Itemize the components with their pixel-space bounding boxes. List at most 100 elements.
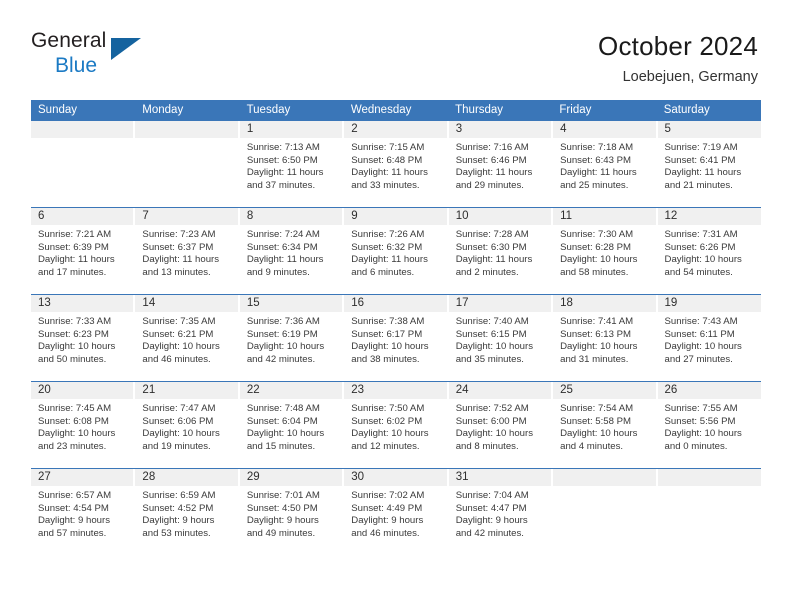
calendar-day-cell[interactable]: 24 Sunrise: 7:52 AM Sunset: 6:00 PM Dayligh… xyxy=(448,382,554,468)
day-number-band xyxy=(31,121,135,138)
day-details: Sunrise: 7:21 AM Sunset: 6:39 PM Daylight:… xyxy=(31,225,134,279)
day-number-band: 22 xyxy=(239,382,344,399)
day-details: Sunrise: 7:24 AM Sunset: 6:34 PM Daylight:… xyxy=(240,225,343,279)
day-number-band: 2 xyxy=(344,121,448,138)
day-number-band: 21 xyxy=(135,382,239,399)
day-detail-line: Sunrise: 7:54 AM xyxy=(560,403,634,414)
calendar-day-cell[interactable]: 5 Sunrise: 7:19 AM Sunset: 6:41 PM Daylight… xyxy=(657,121,761,207)
calendar-day-cell[interactable]: 6 Sunrise: 7:21 AM Sunset: 6:39 PM Daylight… xyxy=(31,208,136,294)
day-number-band: 1 xyxy=(239,121,344,138)
day-detail-line: Daylight: 11 hours xyxy=(455,167,533,179)
day-details: Sunrise: 7:47 AM Sunset: 6:06 PM Daylight:… xyxy=(135,399,238,453)
calendar-day-cell[interactable]: 17 Sunrise: 7:40 AM Sunset: 6:15 PM Dayligh… xyxy=(448,295,554,381)
calendar-day-cell[interactable]: 28 Sunrise: 6:59 AM Sunset: 4:52 PM Dayligh… xyxy=(135,469,240,555)
day-detail-line: Daylight: 9 hours xyxy=(38,515,110,527)
day-detail-line: Sunset: 4:50 PM xyxy=(246,502,318,514)
day-detail-line: Sunrise: 7:45 AM xyxy=(38,403,112,414)
day-detail-line: Sunset: 6:13 PM xyxy=(560,328,632,340)
calendar-day-cell[interactable]: 25 Sunrise: 7:54 AM Sunset: 5:58 PM Dayligh… xyxy=(553,382,658,468)
day-detail-line: and 23 minutes. xyxy=(38,440,107,452)
day-number: 28 xyxy=(142,471,156,483)
weekday-header-saturday: Saturday xyxy=(663,104,710,116)
day-detail-line: Sunset: 6:32 PM xyxy=(351,241,423,253)
calendar-cell-empty xyxy=(657,469,761,555)
calendar-day-cell[interactable]: 8 Sunrise: 7:24 AM Sunset: 6:34 PM Daylight… xyxy=(239,208,345,294)
calendar-day-cell[interactable]: 12 Sunrise: 7:31 AM Sunset: 6:26 PM Dayligh… xyxy=(657,208,761,294)
day-detail-line: Daylight: 10 hours xyxy=(351,341,429,353)
calendar-day-cell[interactable]: 7 Sunrise: 7:23 AM Sunset: 6:37 PM Daylight… xyxy=(135,208,240,294)
day-details: Sunrise: 7:54 AM Sunset: 5:58 PM Daylight:… xyxy=(553,399,656,453)
day-number-band: 20 xyxy=(31,382,135,399)
day-detail-line: and 29 minutes. xyxy=(455,179,524,191)
day-detail-line: Sunset: 6:00 PM xyxy=(455,415,527,427)
calendar-day-cell[interactable]: 18 Sunrise: 7:41 AM Sunset: 6:13 PM Dayligh… xyxy=(553,295,658,381)
calendar-day-cell[interactable]: 21 Sunrise: 7:47 AM Sunset: 6:06 PM Dayligh… xyxy=(135,382,240,468)
day-detail-line: Sunset: 6:34 PM xyxy=(246,241,318,253)
calendar-day-cell[interactable]: 16 Sunrise: 7:38 AM Sunset: 6:17 PM Dayligh… xyxy=(344,295,449,381)
day-number: 5 xyxy=(664,123,671,135)
day-detail-line: and 31 minutes. xyxy=(560,353,629,365)
day-number-band xyxy=(553,469,657,486)
calendar-day-cell[interactable]: 23 Sunrise: 7:50 AM Sunset: 6:02 PM Dayligh… xyxy=(344,382,449,468)
day-detail-line: Sunset: 6:41 PM xyxy=(664,154,736,166)
day-detail-line: and 9 minutes. xyxy=(246,266,310,278)
calendar-cell-empty xyxy=(135,121,240,207)
day-detail-line: Sunrise: 7:30 AM xyxy=(560,229,634,240)
day-detail-line: Sunrise: 7:04 AM xyxy=(455,490,529,501)
day-detail-line: and 49 minutes. xyxy=(246,527,316,539)
day-detail-line: Sunrise: 7:21 AM xyxy=(38,229,112,240)
day-detail-line: and 35 minutes. xyxy=(455,353,524,365)
calendar-day-cell[interactable]: 26 Sunrise: 7:55 AM Sunset: 5:56 PM Dayligh… xyxy=(657,382,761,468)
calendar-day-cell[interactable]: 15 Sunrise: 7:36 AM Sunset: 6:19 PM Dayligh… xyxy=(239,295,345,381)
day-number: 4 xyxy=(560,123,567,135)
day-detail-line: Sunrise: 7:43 AM xyxy=(664,316,738,327)
calendar-day-cell[interactable]: 31 Sunrise: 7:04 AM Sunset: 4:47 PM Dayligh… xyxy=(448,469,554,555)
page-subtitle: Loebejuen, Germany xyxy=(622,69,758,85)
calendar-day-cell[interactable]: 14 Sunrise: 7:35 AM Sunset: 6:21 PM Dayligh… xyxy=(135,295,240,381)
calendar-day-cell[interactable]: 29 Sunrise: 7:01 AM Sunset: 4:50 PM Dayligh… xyxy=(239,469,345,555)
day-detail-line: and 17 minutes. xyxy=(38,266,107,278)
calendar-day-cell[interactable]: 13 Sunrise: 7:33 AM Sunset: 6:23 PM Dayligh… xyxy=(31,295,136,381)
calendar-day-cell[interactable]: 4 Sunrise: 7:18 AM Sunset: 6:43 PM Daylight… xyxy=(553,121,658,207)
day-number-band: 24 xyxy=(448,382,553,399)
day-detail-line: and 0 minutes. xyxy=(664,440,728,452)
calendar-week-row: 27 Sunrise: 6:57 AM Sunset: 4:54 PM Dayligh… xyxy=(31,468,761,555)
calendar-day-cell[interactable]: 9 Sunrise: 7:26 AM Sunset: 6:32 PM Daylight… xyxy=(344,208,449,294)
calendar-day-cell[interactable]: 11 Sunrise: 7:30 AM Sunset: 6:28 PM Dayligh… xyxy=(553,208,658,294)
day-number: 3 xyxy=(455,123,463,135)
day-number: 23 xyxy=(351,384,365,396)
day-detail-line: and 15 minutes. xyxy=(246,440,316,452)
day-detail-line: Daylight: 11 hours xyxy=(246,167,324,179)
calendar-week-row: 6 Sunrise: 7:21 AM Sunset: 6:39 PM Daylight… xyxy=(31,207,761,294)
calendar-day-cell[interactable]: 10 Sunrise: 7:28 AM Sunset: 6:30 PM Dayligh… xyxy=(448,208,554,294)
weekday-header-row: Sunday Monday Tuesday Wednesday Thursday Frid… xyxy=(31,100,761,121)
day-number: 20 xyxy=(38,384,51,396)
calendar-day-cell[interactable]: 3 Sunrise: 7:16 AM Sunset: 6:46 PM Daylight… xyxy=(448,121,554,207)
day-number-band: 11 xyxy=(553,208,657,225)
calendar-day-cell[interactable]: 27 Sunrise: 6:57 AM Sunset: 4:54 PM Dayligh… xyxy=(31,469,136,555)
calendar-day-cell[interactable]: 22 Sunrise: 7:48 AM Sunset: 6:04 PM Dayligh… xyxy=(239,382,345,468)
calendar-day-cell[interactable]: 20 Sunrise: 7:45 AM Sunset: 6:08 PM Dayligh… xyxy=(31,382,136,468)
day-details: Sunrise: 7:28 AM Sunset: 6:30 PM Daylight:… xyxy=(449,225,552,279)
day-number: 1 xyxy=(246,123,254,135)
day-detail-line: Sunset: 6:11 PM xyxy=(664,328,735,340)
day-details xyxy=(658,486,761,490)
day-detail-line: Daylight: 10 hours xyxy=(664,254,742,266)
day-detail-line: and 50 minutes. xyxy=(38,353,107,365)
day-details: Sunrise: 7:36 AM Sunset: 6:19 PM Daylight:… xyxy=(240,312,343,366)
calendar-week-row: 13 Sunrise: 7:33 AM Sunset: 6:23 PM Dayligh… xyxy=(31,294,761,381)
day-number: 26 xyxy=(664,384,678,396)
day-number-band: 15 xyxy=(239,295,344,312)
calendar-day-cell[interactable]: 19 Sunrise: 7:43 AM Sunset: 6:11 PM Dayligh… xyxy=(657,295,761,381)
calendar-day-cell[interactable]: 2 Sunrise: 7:15 AM Sunset: 6:48 PM Daylight… xyxy=(344,121,449,207)
day-detail-line: Sunset: 4:54 PM xyxy=(38,502,109,514)
day-number: 7 xyxy=(142,210,149,222)
day-detail-line: Sunset: 6:19 PM xyxy=(246,328,318,340)
calendar-day-cell[interactable]: 30 Sunrise: 7:02 AM Sunset: 4:49 PM Dayligh… xyxy=(344,469,449,555)
day-detail-line: Sunset: 6:37 PM xyxy=(142,241,214,253)
day-detail-line: Sunrise: 7:02 AM xyxy=(351,490,425,501)
day-detail-line: Sunset: 6:02 PM xyxy=(351,415,423,427)
day-detail-line: and 33 minutes. xyxy=(351,179,420,191)
day-detail-line: Daylight: 9 hours xyxy=(351,515,424,527)
calendar-day-cell[interactable]: 1 Sunrise: 7:13 AM Sunset: 6:50 PM Daylight… xyxy=(239,121,345,207)
